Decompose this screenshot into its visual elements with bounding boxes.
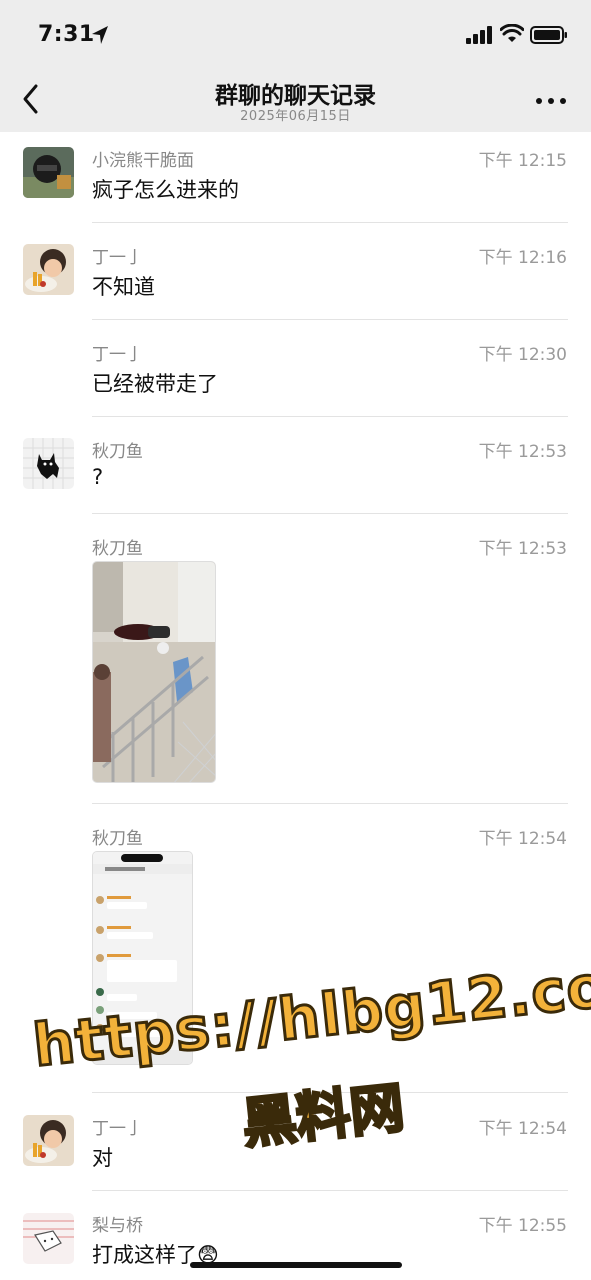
avatar[interactable] bbox=[23, 1213, 74, 1264]
avatar[interactable] bbox=[23, 244, 74, 295]
divider bbox=[92, 222, 568, 223]
sender-name: 丁一亅 bbox=[92, 345, 143, 365]
message-time: 下午 12:53 bbox=[478, 442, 567, 462]
message-photo[interactable] bbox=[92, 561, 216, 783]
message-text[interactable]: ? bbox=[92, 465, 103, 489]
more-dots-icon[interactable] bbox=[535, 96, 567, 106]
sender-name: 丁一亅 bbox=[92, 248, 143, 268]
avatar[interactable] bbox=[23, 147, 74, 198]
status-bar: 7:31 bbox=[0, 0, 591, 68]
status-time: 7:31 bbox=[38, 22, 95, 47]
message-text[interactable]: 对 bbox=[92, 1142, 113, 1172]
top-bar: 7:31 群聊的聊天记录 2025年06月15日 bbox=[0, 0, 591, 132]
message-text[interactable]: 不知道 bbox=[92, 271, 155, 301]
message-time: 下午 12:54 bbox=[478, 829, 567, 849]
message-time: 下午 12:15 bbox=[478, 151, 567, 171]
avatar[interactable] bbox=[23, 1115, 74, 1166]
home-indicator[interactable] bbox=[190, 1262, 402, 1268]
page-date: 2025年06月15日 bbox=[240, 109, 351, 124]
avatar[interactable] bbox=[23, 438, 74, 489]
message-text[interactable]: 已经被带走了 bbox=[92, 368, 218, 398]
divider bbox=[92, 319, 568, 320]
message-time: 下午 12:16 bbox=[478, 248, 567, 268]
message-time: 下午 12:53 bbox=[478, 539, 567, 559]
location-arrow-icon bbox=[92, 26, 108, 44]
message-time: 下午 12:54 bbox=[478, 1119, 567, 1139]
battery-icon bbox=[530, 26, 567, 44]
sender-name: 秋刀鱼 bbox=[92, 442, 143, 462]
sender-name: 梨与桥 bbox=[92, 1216, 143, 1236]
divider bbox=[92, 1190, 568, 1191]
divider bbox=[92, 416, 568, 417]
wifi-icon bbox=[500, 24, 524, 42]
divider bbox=[92, 803, 568, 804]
message-time: 下午 12:55 bbox=[478, 1216, 567, 1236]
divider bbox=[92, 1092, 568, 1093]
message-text[interactable]: 疯子怎么进来的 bbox=[92, 174, 239, 204]
watermark-label: 黑料网 bbox=[238, 1074, 409, 1157]
message-time: 下午 12:30 bbox=[478, 345, 567, 365]
sender-name: 秋刀鱼 bbox=[92, 829, 143, 849]
divider bbox=[92, 513, 568, 514]
nav-bar: 群聊的聊天记录 2025年06月15日 bbox=[0, 68, 591, 132]
signal-icon bbox=[466, 26, 492, 44]
sender-name: 秋刀鱼 bbox=[92, 539, 143, 559]
sender-name: 小浣熊干脆面 bbox=[92, 151, 194, 171]
message-screenshot[interactable] bbox=[92, 851, 193, 1065]
sender-name: 丁一亅 bbox=[92, 1119, 143, 1139]
